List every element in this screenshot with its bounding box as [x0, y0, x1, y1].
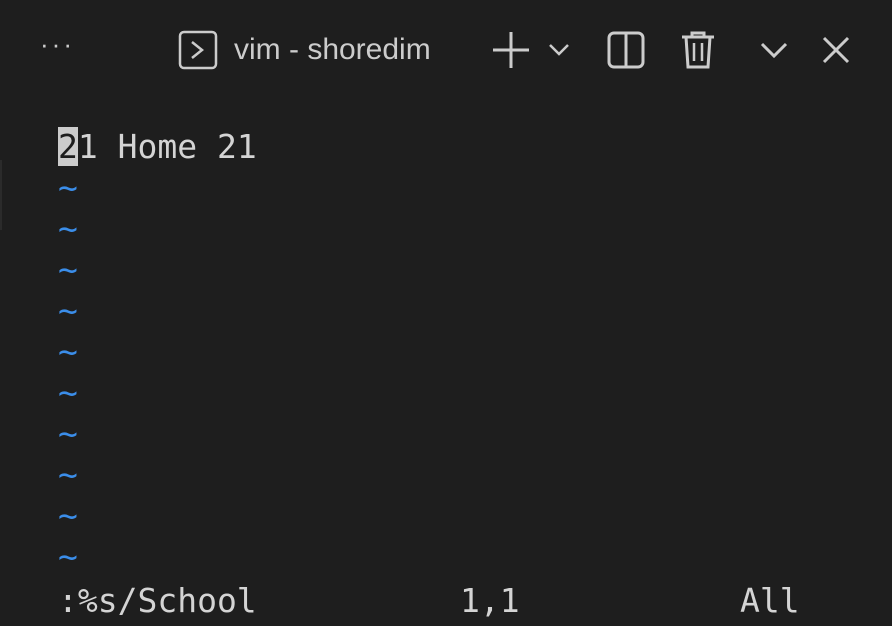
split-terminal-button[interactable] [604, 28, 648, 72]
scroll-indicator: All [740, 581, 800, 620]
empty-line-marker: ~ [58, 209, 78, 248]
terminal-icon [178, 30, 218, 70]
cursor-position: 1,1 [460, 581, 520, 620]
new-terminal-button[interactable] [488, 28, 534, 72]
chevron-down-icon [760, 42, 788, 59]
vim-editor[interactable]: 21 Home 21 ~ ~ ~ ~ ~ ~ ~ ~ ~ ~ [0, 126, 892, 576]
more-actions-button[interactable]: ··· [40, 31, 80, 64]
plus-icon [493, 32, 529, 68]
close-panel-button[interactable] [816, 28, 856, 72]
empty-line-marker: ~ [58, 373, 78, 412]
chevron-down-icon [549, 44, 569, 56]
terminal-toolbar: ··· vim - shoredim [0, 0, 892, 100]
empty-line-marker: ~ [58, 496, 78, 535]
empty-line-marker: ~ [58, 291, 78, 330]
empty-line-marker: ~ [58, 250, 78, 289]
terminal-title: vim - shoredim [234, 33, 431, 66]
close-icon [822, 36, 850, 64]
empty-line-marker: ~ [58, 537, 78, 576]
editor-line: 21 Home 21 [0, 126, 892, 167]
terminal-tab[interactable]: vim - shoredim [178, 28, 431, 72]
empty-line-marker: ~ [58, 414, 78, 453]
empty-line-marker: ~ [58, 168, 78, 207]
vim-status-line: :%s/School 1,1 All [0, 580, 892, 622]
kill-terminal-button[interactable] [676, 28, 720, 72]
maximize-panel-button[interactable] [756, 28, 792, 72]
command-line[interactable]: :%s/School [58, 580, 257, 622]
line-text: 1 Home 21 [77, 127, 257, 166]
cursor: 2 [58, 127, 78, 166]
trash-icon [682, 31, 714, 69]
empty-line-marker: ~ [58, 332, 78, 371]
empty-line-marker: ~ [58, 455, 78, 494]
launch-profile-dropdown[interactable] [544, 28, 574, 72]
split-icon [607, 31, 645, 69]
